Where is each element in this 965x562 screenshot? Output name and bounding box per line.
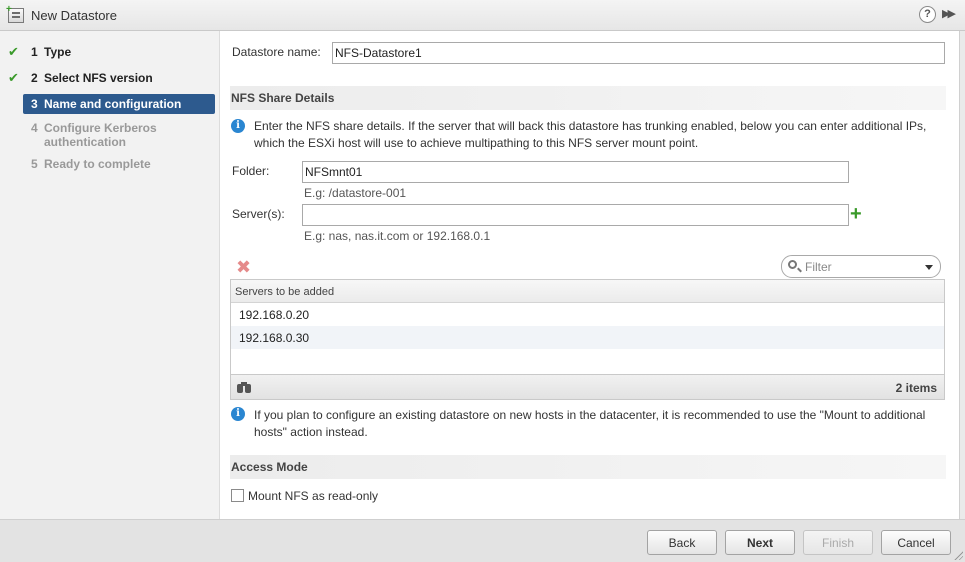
step-ready-to-complete: 5 Ready to complete <box>0 156 220 174</box>
step-number: 5 <box>31 157 38 171</box>
item-count: 2 items <box>895 381 937 395</box>
help-icon[interactable]: ? <box>919 6 936 23</box>
wizard-footer: Back Next Finish Cancel <box>0 519 965 562</box>
add-server-icon[interactable]: + <box>850 204 862 224</box>
checkmark-icon: ✔ <box>8 44 19 59</box>
table-row[interactable]: 192.168.0.30 <box>231 326 944 349</box>
step-number: 4 <box>31 121 38 135</box>
access-mode-header: Access Mode <box>230 455 946 479</box>
servers-input[interactable] <box>302 204 849 226</box>
window-edge <box>959 31 965 519</box>
title-bar: + New Datastore ? ▶▶ <box>0 0 965 31</box>
step-select-nfs-version[interactable]: ✔ 2 Select NFS version <box>0 70 220 88</box>
grid-footer: 2 items <box>230 374 945 400</box>
readonly-label[interactable]: Mount NFS as read-only <box>248 489 378 503</box>
chevron-down-icon[interactable] <box>925 265 933 270</box>
filter-dropdown[interactable]: Filter <box>781 255 941 278</box>
nfs-share-details-header: NFS Share Details <box>230 86 946 110</box>
step-label: Name and configuration <box>44 97 182 111</box>
step-configure-kerberos: 4 Configure Kerberos authentication <box>0 120 220 152</box>
step-label: Type <box>44 45 72 59</box>
step-type[interactable]: ✔ 1 Type <box>0 44 220 62</box>
finish-button: Finish <box>803 530 873 555</box>
checkmark-icon: ✔ <box>8 70 19 85</box>
servers-hint: E.g: nas, nas.it.com or 192.168.0.1 <box>304 229 491 243</box>
step-number: 1 <box>31 45 38 59</box>
servers-label: Server(s): <box>232 207 285 221</box>
step-number: 2 <box>31 71 38 85</box>
mount-info-text: If you plan to configure an existing dat… <box>254 408 926 439</box>
cancel-button[interactable]: Cancel <box>881 530 951 555</box>
folder-hint: E.g: /datastore-001 <box>304 186 407 200</box>
step-label: Select NFS version <box>44 71 153 85</box>
wizard-steps-sidebar: ✔ 1 Type ✔ 2 Select NFS version 3 Name a… <box>0 31 220 519</box>
folder-input[interactable] <box>302 161 849 183</box>
datastore-name-label: Datastore name: <box>232 45 321 59</box>
binoculars-icon[interactable] <box>236 381 252 394</box>
double-chevron-right-icon[interactable]: ▶▶ <box>942 7 956 20</box>
remove-server-icon[interactable]: ✖ <box>236 258 251 276</box>
search-icon <box>788 260 797 269</box>
filter-placeholder: Filter <box>805 260 832 274</box>
step-number: 3 <box>31 97 38 111</box>
window-title: New Datastore <box>31 8 117 23</box>
wizard-content: Datastore name: NFS Share Details i Ente… <box>221 31 965 519</box>
resize-grip-icon[interactable] <box>953 550 963 560</box>
step-name-and-configuration[interactable]: 3 Name and configuration <box>23 94 215 114</box>
info-icon: i <box>231 119 245 133</box>
grid-column-header[interactable]: Servers to be added <box>231 280 944 303</box>
step-label: Ready to complete <box>44 157 151 171</box>
back-button[interactable]: Back <box>647 530 717 555</box>
table-row[interactable]: 192.168.0.20 <box>231 303 944 326</box>
folder-label: Folder: <box>232 164 270 178</box>
info-icon: i <box>231 407 245 421</box>
next-button[interactable]: Next <box>725 530 795 555</box>
nfs-info-text: Enter the NFS share details. If the serv… <box>254 119 927 150</box>
new-datastore-icon: + <box>6 5 24 23</box>
readonly-checkbox[interactable] <box>231 489 244 502</box>
datastore-name-input[interactable] <box>332 42 945 64</box>
step-label: Configure Kerberos authentication <box>44 121 157 149</box>
